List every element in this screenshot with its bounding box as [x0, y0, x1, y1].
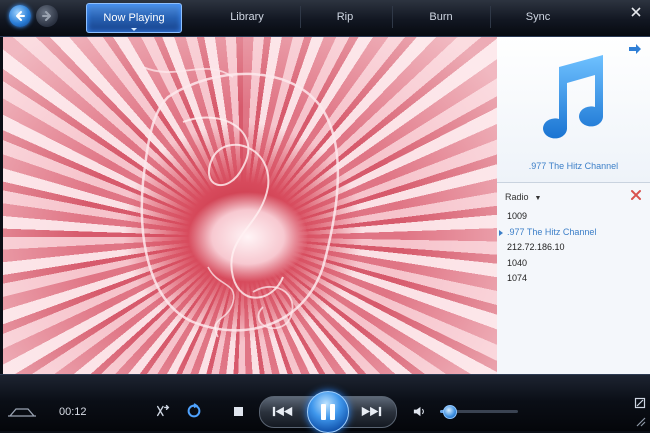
previous-icon [272, 406, 293, 416]
music-note-icon [543, 55, 603, 139]
tab-label: Burn [429, 11, 453, 23]
chevron-down-icon: ▼ [534, 195, 542, 202]
tab-burn[interactable]: Burn [410, 3, 472, 31]
switch-to-library-icon[interactable] [634, 397, 646, 409]
tab-sync[interactable]: Sync [507, 3, 569, 31]
elapsed-time: 00:12 [59, 406, 87, 418]
back-button[interactable] [9, 5, 31, 27]
tab-label: Library [230, 11, 264, 23]
tab-now-playing[interactable]: Now Playing [86, 3, 182, 33]
volume-slider-thumb[interactable] [443, 405, 458, 419]
forward-arrow-icon [42, 11, 51, 21]
volume-icon [413, 406, 424, 416]
playlist-title: Radio [505, 192, 529, 202]
remove-x-icon[interactable] [630, 189, 642, 201]
tab-divider [392, 6, 393, 28]
current-station-caption: .977 The Hitz Channel [528, 161, 619, 171]
pause-icon [321, 404, 326, 420]
playback-controls-bar: 00:12 [0, 374, 650, 433]
playlist-item-label: 212.72.186.10 [507, 242, 565, 252]
play-marker-icon [499, 229, 503, 236]
playlist-item[interactable]: 1074 [497, 271, 650, 287]
next-icon [361, 406, 382, 416]
tab-rip[interactable]: Rip [315, 3, 375, 31]
playlist-item[interactable]: 1009 [497, 209, 650, 225]
previous-button[interactable] [266, 401, 300, 421]
playlist-item[interactable]: 1040 [497, 256, 650, 272]
playlist-item-label: 1009 [507, 211, 528, 221]
close-icon [631, 7, 641, 17]
top-navigation-bar: Now Playing Library Rip Burn Sync [0, 0, 650, 37]
next-button[interactable] [354, 401, 388, 421]
tab-divider [490, 6, 491, 28]
pause-button[interactable] [307, 391, 349, 433]
tab-label: Now Playing [103, 12, 165, 24]
pause-icon [330, 404, 335, 420]
playlist: 1009 .977 The Hitz Channel 212.72.186.10… [497, 209, 650, 287]
back-arrow-icon [16, 11, 25, 21]
tab-label: Rip [336, 11, 354, 23]
repeat-icon [187, 403, 201, 418]
playlist-item-label: 1074 [507, 273, 528, 283]
view-switch-icon[interactable] [6, 405, 38, 419]
now-playing-panel: .977 The Hitz Channel Radio ▼ 1009 .977 T… [497, 37, 650, 374]
tab-library[interactable]: Library [212, 3, 282, 31]
resize-grip-icon[interactable] [634, 415, 646, 427]
playlist-dropdown[interactable]: Radio ▼ [505, 192, 541, 202]
forward-button[interactable] [36, 5, 58, 27]
playlist-item[interactable]: 212.72.186.10 [497, 240, 650, 256]
shuffle-button[interactable] [154, 402, 172, 420]
arrow-right-icon[interactable] [628, 43, 642, 55]
mute-button[interactable] [411, 403, 427, 419]
playlist-item-label: 1040 [507, 257, 528, 268]
playlist-item-label: .977 The Hitz Channel [507, 226, 597, 237]
visualization-area[interactable] [3, 37, 497, 374]
now-playing-info: .977 The Hitz Channel [497, 37, 650, 183]
close-button[interactable] [630, 6, 642, 18]
visualization-scribble [140, 66, 340, 338]
tab-label: Sync [525, 11, 551, 23]
stop-button[interactable] [229, 402, 247, 420]
stop-icon [233, 406, 243, 416]
repeat-button[interactable] [184, 401, 204, 421]
shuffle-icon [156, 404, 170, 417]
chevron-down-icon [131, 28, 137, 31]
tab-divider [300, 6, 301, 28]
playlist-item-current[interactable]: .977 The Hitz Channel [497, 225, 650, 241]
